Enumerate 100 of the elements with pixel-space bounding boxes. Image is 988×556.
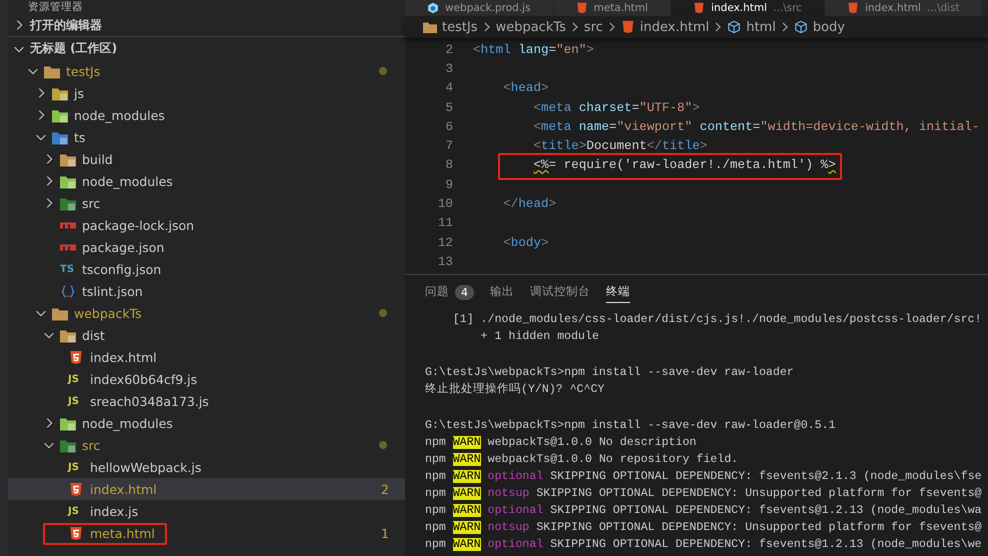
cube-icon bbox=[794, 20, 808, 34]
terminal-line: npm WARN notsup SKIPPING OPTIONAL DEPENDENCY: Unsupported platform for fsevents@ bbox=[425, 487, 982, 500]
code-line: <%= require('raw-loader!./meta.html') %> bbox=[532, 158, 836, 172]
file-name: index.html bbox=[90, 350, 157, 364]
panel-tab[interactable]: 终端 bbox=[606, 281, 630, 303]
line-number: 13 bbox=[436, 254, 453, 269]
file-name: meta.html bbox=[90, 526, 155, 540]
tree-item[interactable]: package-lock.json bbox=[8, 214, 405, 236]
file-name: package-lock.json bbox=[82, 218, 194, 232]
editor-tab[interactable]: index.html ...\dist bbox=[824, 0, 983, 16]
line-number: 10 bbox=[436, 197, 453, 212]
file-name: tslint.json bbox=[82, 284, 143, 298]
file-name: webpackTs bbox=[74, 306, 142, 320]
editor-tab[interactable]: webpack.prod.js bbox=[405, 0, 554, 16]
line-number: 2 bbox=[444, 42, 453, 57]
tree-item[interactable]: node_modules bbox=[8, 170, 405, 192]
line-number: 9 bbox=[444, 178, 453, 192]
tree-item[interactable]: TS tsconfig.json bbox=[8, 258, 405, 280]
html-file-icon bbox=[68, 526, 84, 540]
html-file-icon bbox=[576, 2, 588, 14]
folder-icon bbox=[52, 86, 68, 100]
folder-icon bbox=[52, 306, 68, 320]
breadcrumb-item[interactable]: html bbox=[746, 20, 776, 34]
tree-item[interactable]: js bbox=[8, 82, 405, 104]
problem-count: 1 bbox=[381, 526, 389, 540]
tree-item[interactable]: JS index.js bbox=[8, 500, 405, 522]
html-file-icon bbox=[846, 2, 859, 14]
tree-item[interactable]: webpackTs bbox=[8, 302, 405, 324]
tree-item[interactable]: node_modules bbox=[8, 104, 405, 126]
tree-item[interactable]: build bbox=[8, 148, 405, 170]
tree-item[interactable]: JS hellowWebpack.js bbox=[8, 456, 405, 478]
terminal-line: npm WARN webpackTs@1.0.0 No repository field. bbox=[425, 453, 738, 466]
terminal-line: npm WARN notsup SKIPPING OPTIONAL DEPENDENCY: Unsupported platform for fsevents@ bbox=[425, 521, 982, 534]
tree-item[interactable]: index.html 2 bbox=[8, 478, 405, 500]
folder-icon bbox=[60, 174, 76, 188]
tree-item[interactable]: node_modules bbox=[8, 412, 405, 434]
tree-item[interactable]: dist bbox=[8, 324, 405, 346]
tree-item[interactable]: index.html bbox=[8, 346, 405, 368]
editor-tab[interactable]: index.html ...\src bbox=[671, 0, 825, 16]
file-name: build bbox=[82, 152, 113, 166]
html-file-icon bbox=[68, 482, 84, 496]
line-number: 4 bbox=[444, 81, 453, 96]
tree-item[interactable]: JS index60b64cf9.js bbox=[8, 368, 405, 390]
breadcrumb-item[interactable]: testJs bbox=[442, 20, 478, 34]
braces-icon bbox=[60, 284, 76, 298]
terminal-line: npm WARN optional SKIPPING OPTIONAL DEPENDENCY: fsevents@2.1.3 (node_modules\fse bbox=[425, 470, 982, 483]
line-number: 12 bbox=[436, 236, 453, 250]
count-badge: 4 bbox=[455, 284, 474, 300]
file-name: tsconfig.json bbox=[82, 262, 162, 276]
tree-item[interactable]: meta.html 1 bbox=[8, 522, 405, 544]
file-name: index.html bbox=[90, 482, 157, 496]
chevron-icon bbox=[482, 21, 491, 33]
tree-item[interactable]: ts bbox=[8, 126, 405, 148]
terminal-line: G:\testJs\webpackTs>npm install --save-dev raw-loader@0.5.1 bbox=[425, 419, 836, 432]
problem-count: 2 bbox=[381, 482, 389, 496]
chevron-icon bbox=[780, 21, 789, 33]
panel-tab[interactable]: 输出 bbox=[490, 281, 514, 303]
folder-icon bbox=[60, 416, 76, 430]
tree-item[interactable]: testJs bbox=[8, 60, 405, 82]
html-file-icon bbox=[68, 350, 84, 364]
panel-tab[interactable]: 调试控制台 bbox=[530, 281, 590, 303]
line-number: 5 bbox=[444, 100, 453, 115]
terminal-line: npm WARN optional SKIPPING OPTIONAL DEPENDENCY: fsevents@1.2.13 (node_modules\wa bbox=[425, 504, 982, 517]
folder-icon bbox=[60, 152, 76, 166]
line-number: 8 bbox=[444, 158, 453, 172]
section-header[interactable]: 打开的编辑器 bbox=[8, 14, 405, 37]
file-type-icon: JS bbox=[68, 462, 84, 472]
editor-tab[interactable]: meta.html bbox=[554, 0, 672, 16]
file-type-icon: JS bbox=[68, 396, 84, 406]
code-line: <title>Document</title> bbox=[532, 139, 708, 154]
file-type-icon: TS bbox=[60, 264, 76, 274]
folder-icon bbox=[60, 438, 76, 452]
code-line: <head> bbox=[502, 81, 549, 96]
panel-tab[interactable]: 问题 bbox=[425, 281, 449, 303]
file-name: ts bbox=[74, 130, 86, 144]
terminal-line: G:\testJs\webpackTs>npm install --save-dev raw-loader bbox=[425, 366, 794, 379]
tree-item[interactable]: package.json bbox=[8, 236, 405, 258]
tree-item[interactable]: src bbox=[8, 192, 405, 214]
file-name: testJs bbox=[66, 64, 100, 78]
folder-icon bbox=[60, 196, 76, 210]
file-name: package.json bbox=[82, 240, 164, 254]
breadcrumb-item[interactable]: index.html bbox=[640, 20, 710, 34]
file-name: node_modules bbox=[82, 174, 173, 188]
section-header[interactable]: 无标题 (工作区) bbox=[8, 37, 405, 60]
line-number: 3 bbox=[444, 62, 453, 76]
line-number: 11 bbox=[436, 216, 453, 230]
chevron-icon bbox=[570, 21, 579, 33]
breadcrumb-item[interactable]: src bbox=[584, 20, 603, 34]
tree-item[interactable]: src bbox=[8, 434, 405, 456]
tree-item[interactable]: JS sreach0348a173.js bbox=[8, 390, 405, 412]
tree-item[interactable]: tslint.json bbox=[8, 280, 405, 302]
folder-icon bbox=[423, 20, 437, 34]
breadcrumb-item[interactable]: webpackTs bbox=[496, 20, 566, 34]
folder-icon bbox=[52, 130, 68, 144]
folder-icon bbox=[60, 328, 76, 342]
code-line: <body> bbox=[502, 236, 549, 250]
file-name: sreach0348a173.js bbox=[90, 394, 209, 408]
code-line: </head> bbox=[502, 197, 556, 212]
folder-icon bbox=[52, 108, 68, 122]
breadcrumb-item[interactable]: body bbox=[812, 20, 845, 34]
